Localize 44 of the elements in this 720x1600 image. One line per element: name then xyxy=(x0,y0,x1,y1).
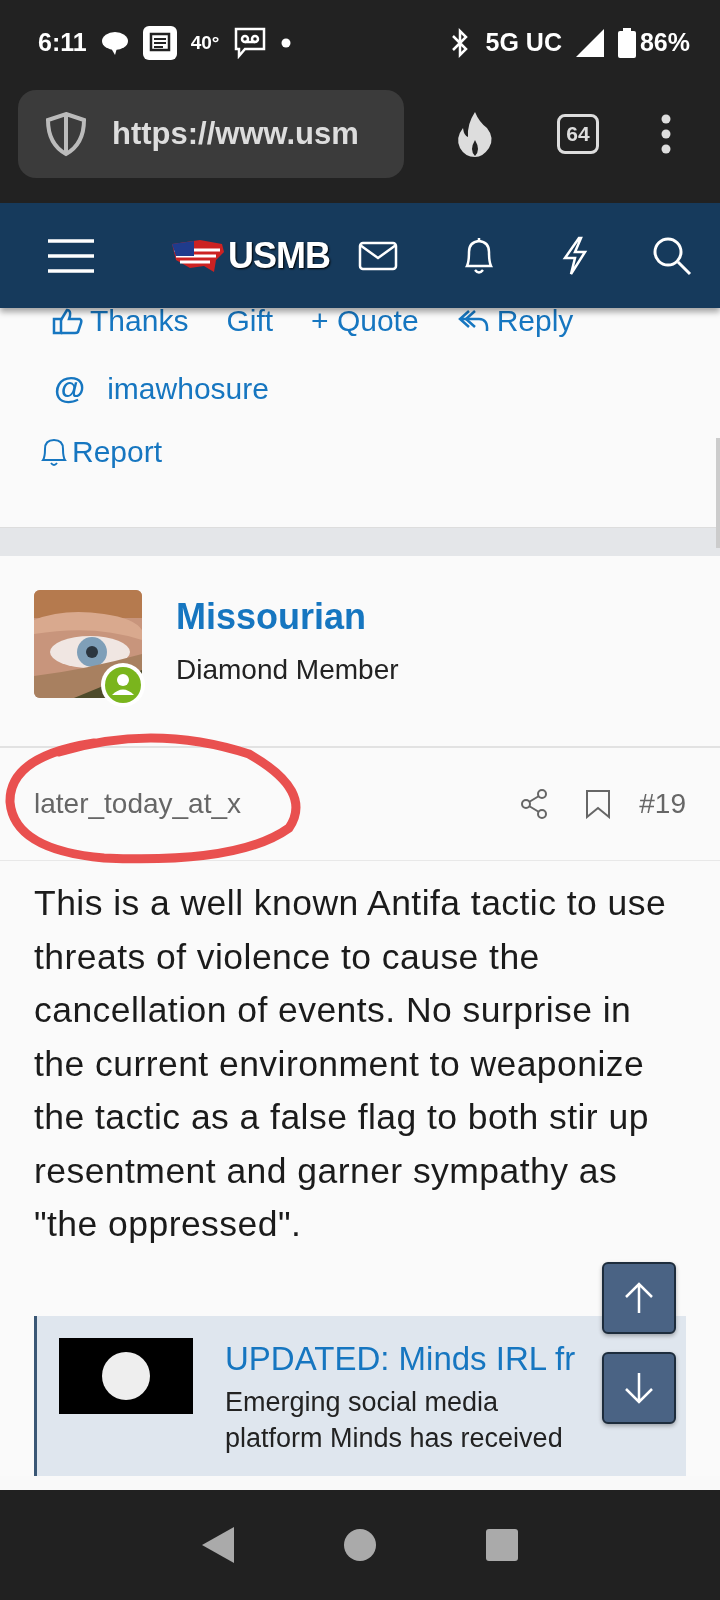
chat-bubble-icon xyxy=(100,29,129,56)
post-action-link[interactable]: + Quote xyxy=(311,308,419,336)
search-icon[interactable] xyxy=(652,235,692,276)
member-rank: Diamond Member xyxy=(176,654,399,686)
at-sign: @ xyxy=(54,370,86,407)
scroll-down-button[interactable] xyxy=(602,1352,676,1424)
post-action-link[interactable]: Reply xyxy=(456,308,574,336)
thumbs-up-icon xyxy=(52,308,84,335)
preview-description: Emerging social media platform Minds has received xyxy=(225,1385,564,1455)
battery-icon xyxy=(617,27,636,58)
dot-icon xyxy=(281,37,292,48)
mention-link[interactable]: imawhosure xyxy=(107,371,269,406)
home-icon[interactable] xyxy=(344,1529,376,1561)
scroll-up-button[interactable] xyxy=(602,1262,676,1334)
bookmark-icon[interactable] xyxy=(585,789,612,819)
post-number[interactable]: #19 xyxy=(639,788,686,820)
menu-icon[interactable] xyxy=(48,237,94,274)
message-icon xyxy=(142,25,177,60)
network-type: 5G UC xyxy=(485,28,562,57)
tab-counter[interactable]: 64 xyxy=(557,114,599,154)
voicemail-icon xyxy=(233,26,268,59)
flag-map-icon xyxy=(170,237,226,274)
site-logo[interactable]: USMB xyxy=(228,234,330,277)
post-time[interactable]: later_today_at_x xyxy=(34,788,484,820)
more-options-icon[interactable] xyxy=(661,114,671,154)
author-name[interactable]: Missourian xyxy=(176,596,399,638)
temperature: 40° xyxy=(190,31,220,54)
arrow-up-icon xyxy=(624,1282,654,1314)
envelope-icon[interactable] xyxy=(358,240,398,271)
report-link[interactable]: Report xyxy=(0,407,720,469)
battery-percent: 86% xyxy=(639,28,690,57)
arrow-down-icon xyxy=(624,1372,654,1404)
share-icon[interactable] xyxy=(519,788,550,820)
post-body: This is a well known Antifa tactic to use threats of violence to cause the cancellation of events. No surprise in the current environment to weaponize the tactic as a false flag to both stir up resentment and garner sympathy as "the oppressed". xyxy=(34,882,668,1246)
lightning-icon[interactable] xyxy=(560,235,589,276)
signal-icon xyxy=(575,28,604,57)
address-bar[interactable]: https://www.usm xyxy=(18,90,404,178)
post-action-link[interactable]: Gift xyxy=(226,308,274,336)
link-preview-card[interactable]: UPDATED: Minds IRL fr Emerging social media platform Minds has received xyxy=(34,1315,686,1476)
post-action-link[interactable]: Thanks xyxy=(52,308,189,336)
preview-title[interactable]: UPDATED: Minds IRL fr xyxy=(225,1339,591,1378)
clock: 6:11 xyxy=(38,28,87,57)
bell-icon xyxy=(40,436,68,468)
back-icon[interactable] xyxy=(202,1527,234,1563)
